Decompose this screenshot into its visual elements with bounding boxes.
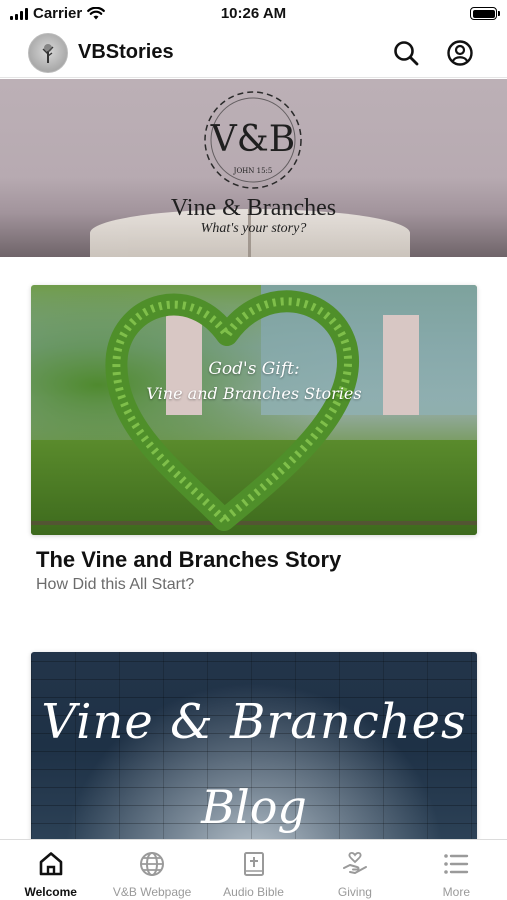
hero-banner[interactable]: V&B JOHN 15:5 Vine & Branches What's you… <box>0 79 507 257</box>
vb-wreath-logo: V&B JOHN 15:5 <box>204 91 302 189</box>
blog-image-caption-1: Vine & Branches <box>41 694 467 750</box>
hero-title: Vine & Branches <box>170 195 337 221</box>
card-subtitle: How Did this All Start? <box>36 576 195 593</box>
blog-card[interactable]: Vine & Branches Blog <box>31 652 477 842</box>
profile-icon[interactable] <box>446 39 474 67</box>
tree-icon <box>42 44 54 63</box>
hero-subtitle: What's your story? <box>200 221 307 236</box>
status-bar: Carrier 10:26 AM <box>0 0 507 28</box>
tab-label: More <box>442 885 470 899</box>
blog-image: Vine & Branches Blog <box>31 652 477 842</box>
tab-label: Giving <box>337 885 372 899</box>
logo-monogram: V&B <box>210 119 296 160</box>
home-icon <box>39 852 63 876</box>
tab-label: Welcome <box>24 885 77 899</box>
card-image-caption-2: Vine and Branches Stories <box>146 384 362 403</box>
tab-giving[interactable]: Giving <box>304 840 405 900</box>
app-header: VBStories <box>0 28 507 78</box>
tab-more[interactable]: More <box>406 840 507 900</box>
card-image-caption-1: God's Gift: <box>208 359 300 379</box>
bottom-tab-bar: Welcome V&B Webpage Audio Bible Giving M… <box>0 839 507 900</box>
search-icon[interactable] <box>392 39 420 67</box>
tab-label: Audio Bible <box>223 885 284 899</box>
tab-welcome[interactable]: Welcome <box>0 840 101 900</box>
bible-icon <box>243 852 264 876</box>
heart-hedge-image: God's Gift: Vine and Branches Stories <box>31 285 477 535</box>
list-icon <box>444 854 469 874</box>
heart-topiary <box>105 290 359 531</box>
card-title[interactable]: The Vine and Branches Story <box>36 547 477 573</box>
logo-ring-text: JOHN 15:5 <box>233 167 273 175</box>
tab-label: V&B Webpage <box>112 885 192 899</box>
app-title: VBStories <box>78 41 174 63</box>
status-time: 10:26 AM <box>220 5 287 22</box>
giving-hand-icon <box>342 851 367 874</box>
tab-audio-bible[interactable]: Audio Bible <box>203 840 304 900</box>
app-logo-avatar[interactable] <box>28 33 68 73</box>
story-card[interactable]: God's Gift: Vine and Branches Stories Th… <box>31 285 477 594</box>
tab-vb-webpage[interactable]: V&B Webpage <box>101 840 202 900</box>
battery-icon <box>470 7 500 20</box>
blog-image-caption-2: Blog <box>201 780 307 834</box>
globe-icon <box>140 852 165 876</box>
